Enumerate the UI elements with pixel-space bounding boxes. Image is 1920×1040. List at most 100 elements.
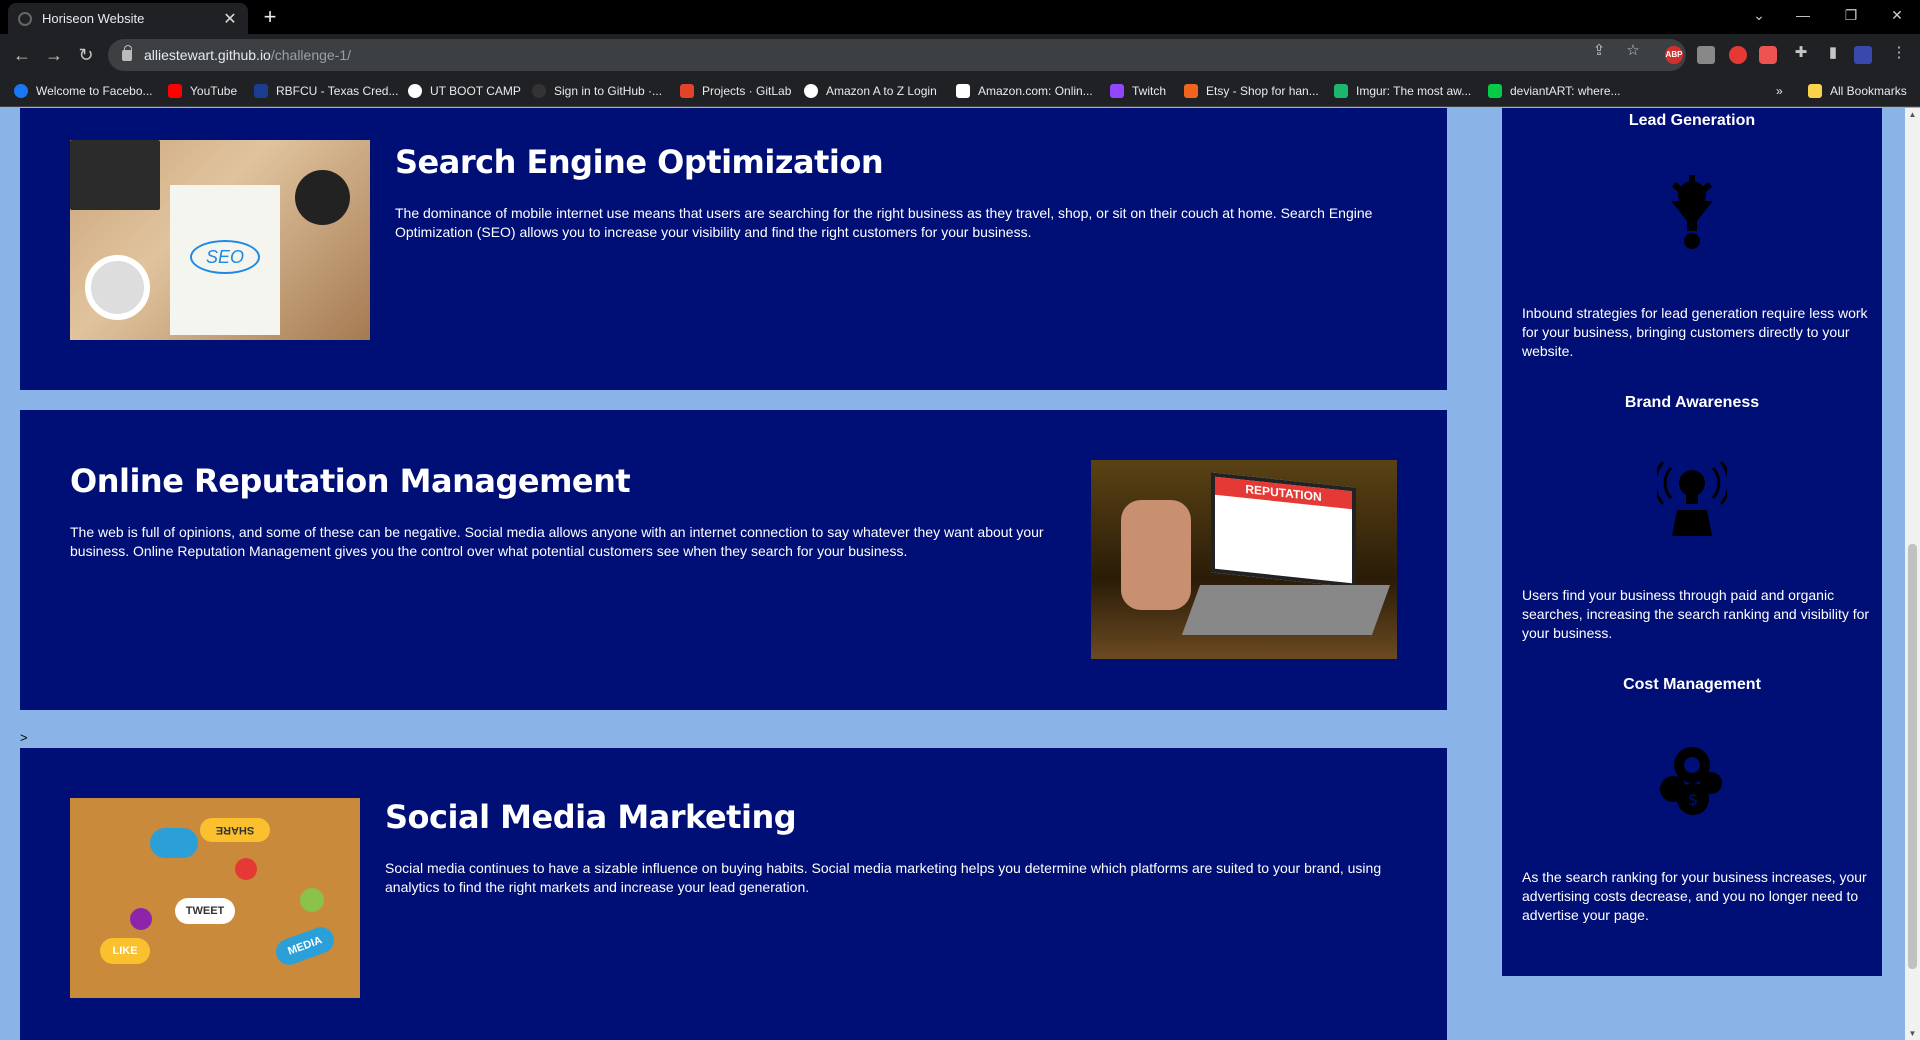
- bookmark-item[interactable]: Amazon A to Z Login: [804, 82, 937, 100]
- benefit-title: Brand Awareness: [1624, 394, 1760, 411]
- menu-icon[interactable]: ⋮: [1890, 44, 1908, 62]
- benefit-title: Cost Management: [1623, 676, 1761, 693]
- extension-icon[interactable]: [1759, 46, 1777, 64]
- bookmark-item[interactable]: Etsy - Shop for han...: [1184, 82, 1319, 100]
- etsy-icon: [1184, 84, 1198, 98]
- deviantart-icon: [1488, 84, 1502, 98]
- cloud-bubble-image: [150, 828, 198, 858]
- benefit-text: As the search ranking for your business …: [1522, 869, 1867, 923]
- globe-icon: [804, 84, 818, 98]
- benefits-sidebar: Lead Generation Inbound strategies for l…: [1502, 108, 1882, 976]
- seo-section: SEO Search Engine Optimization The domin…: [20, 108, 1447, 390]
- bookmark-item[interactable]: Sign in to GitHub ·...: [532, 82, 662, 100]
- profile-icon[interactable]: [1854, 46, 1872, 64]
- new-tab-button[interactable]: +: [258, 4, 282, 30]
- smm-text: Social media continues to have a sizable…: [385, 860, 1382, 895]
- bookmark-item[interactable]: UT BOOT CAMP: [408, 82, 521, 100]
- rbfcu-icon: [254, 84, 268, 98]
- page-scrollbar[interactable]: ▲ ▼: [1905, 108, 1920, 1040]
- hand-with-phone-image: [1121, 500, 1191, 610]
- laptop-screen-image: REPUTATION: [1211, 472, 1356, 588]
- svg-text:$: $: [1688, 790, 1698, 809]
- benefit-text: Users find your business through paid an…: [1522, 587, 1870, 641]
- scroll-up-arrow-icon[interactable]: ▲: [1908, 110, 1917, 119]
- app-icon-image: [130, 908, 152, 930]
- seo-cloud-label: SEO: [190, 240, 260, 274]
- browser-tab[interactable]: Horiseon Website ✕: [8, 3, 248, 34]
- app-icon-image: [235, 858, 257, 880]
- scrollbar-thumb[interactable]: [1908, 544, 1917, 969]
- bookmark-star-icon[interactable]: ☆: [1624, 42, 1642, 60]
- reload-icon[interactable]: ↻: [74, 43, 98, 67]
- benefit-title: Lead Generation: [1628, 112, 1756, 129]
- laptop-keyboard-image: [1181, 585, 1391, 635]
- like-bubble: LIKE: [100, 938, 150, 964]
- orm-text: The web is full of opinions, and some of…: [70, 524, 1044, 559]
- github-icon: [532, 84, 546, 98]
- lock-icon: [122, 44, 132, 61]
- side-panel-icon[interactable]: ▮: [1824, 44, 1842, 62]
- url-path: /challenge-1/: [270, 47, 352, 63]
- funnel-gear-icon: [1671, 175, 1713, 249]
- facebook-icon: [14, 84, 28, 98]
- adblock-extension-icon[interactable]: ABP: [1665, 46, 1683, 64]
- imgur-icon: [1334, 84, 1348, 98]
- benefit-text: Inbound strategies for lead generation r…: [1522, 305, 1868, 359]
- bookmarks-bar: Welcome to Facebo... YouTube RBFCU - Tex…: [0, 75, 1920, 107]
- extensions-puzzle-icon[interactable]: ✚: [1792, 44, 1810, 62]
- lightbulb-broadcast-icon: [1657, 461, 1727, 536]
- bookmark-item[interactable]: Welcome to Facebo...: [14, 82, 153, 100]
- social-media-image: SHARE TWEET LIKE MEDIA: [70, 798, 360, 998]
- url-host: alliestewart.github.io: [144, 47, 271, 63]
- tab-search-icon[interactable]: ⌄: [1736, 0, 1782, 30]
- amazon-icon: [956, 84, 970, 98]
- youtube-icon: [168, 84, 182, 98]
- close-tab-icon[interactable]: ✕: [222, 9, 238, 29]
- media-bubble: MEDIA: [272, 923, 338, 969]
- reputation-image: REPUTATION: [1091, 460, 1397, 659]
- bookmark-item[interactable]: Projects · GitLab: [680, 82, 791, 100]
- laptop-keyboard-image: [70, 140, 160, 210]
- extension-icon[interactable]: [1697, 46, 1715, 64]
- bookmark-item[interactable]: RBFCU - Texas Cred...: [254, 82, 398, 100]
- close-window-button[interactable]: ✕: [1874, 0, 1920, 30]
- tab-strip: Horiseon Website ✕ + ⌄ — ❐ ✕: [0, 0, 1920, 34]
- folder-icon: [1808, 84, 1822, 98]
- pen-cup-image: [295, 170, 350, 225]
- back-icon[interactable]: ←: [10, 43, 34, 67]
- extension-icon[interactable]: [1729, 46, 1747, 64]
- bookmark-item[interactable]: Imgur: The most aw...: [1334, 82, 1471, 100]
- scroll-down-arrow-icon[interactable]: ▼: [1908, 1029, 1917, 1038]
- twitch-icon: [1110, 84, 1124, 98]
- bookmark-item[interactable]: YouTube: [168, 82, 237, 100]
- seo-image: SEO: [70, 140, 370, 340]
- stray-text: >: [20, 730, 28, 745]
- globe-icon: [408, 84, 422, 98]
- reputation-banner: REPUTATION: [1215, 476, 1352, 510]
- globe-icon: [18, 11, 32, 26]
- minimize-button[interactable]: —: [1780, 0, 1826, 30]
- social-media-section: SHARE TWEET LIKE MEDIA Social Media Mark…: [20, 748, 1447, 1040]
- notebook-image: SEO: [170, 185, 280, 335]
- seo-text: The dominance of mobile internet use mea…: [395, 205, 1373, 240]
- bookmark-item[interactable]: Twitch: [1110, 82, 1166, 100]
- restore-button[interactable]: ❐: [1828, 0, 1874, 30]
- coffee-cup-image: [85, 255, 150, 320]
- tweet-bubble: TWEET: [175, 898, 235, 924]
- gitlab-icon: [680, 84, 694, 98]
- all-bookmarks-folder[interactable]: All Bookmarks: [1808, 82, 1907, 100]
- page-viewport: SEO Search Engine Optimization The domin…: [0, 108, 1920, 1040]
- address-bar[interactable]: alliestewart.github.io/challenge-1/: [108, 39, 1686, 71]
- bookmark-item[interactable]: Amazon.com: Onlin...: [956, 82, 1093, 100]
- online-reputation-section: Online Reputation Management The web is …: [20, 410, 1447, 710]
- bookmark-item[interactable]: deviantART: where...: [1488, 82, 1621, 100]
- share-icon[interactable]: ⇪: [1590, 42, 1608, 60]
- app-icon-image: [300, 888, 324, 912]
- share-bubble: SHARE: [200, 818, 270, 842]
- browser-toolbar: ← → ↻ alliestewart.github.io/challenge-1…: [0, 34, 1920, 75]
- bookmarks-overflow-button[interactable]: »: [1776, 82, 1783, 100]
- smm-heading: Social Media Marketing: [385, 798, 797, 836]
- seo-heading: Search Engine Optimization: [395, 143, 884, 181]
- orm-heading: Online Reputation Management: [70, 462, 631, 500]
- forward-icon[interactable]: →: [42, 43, 66, 67]
